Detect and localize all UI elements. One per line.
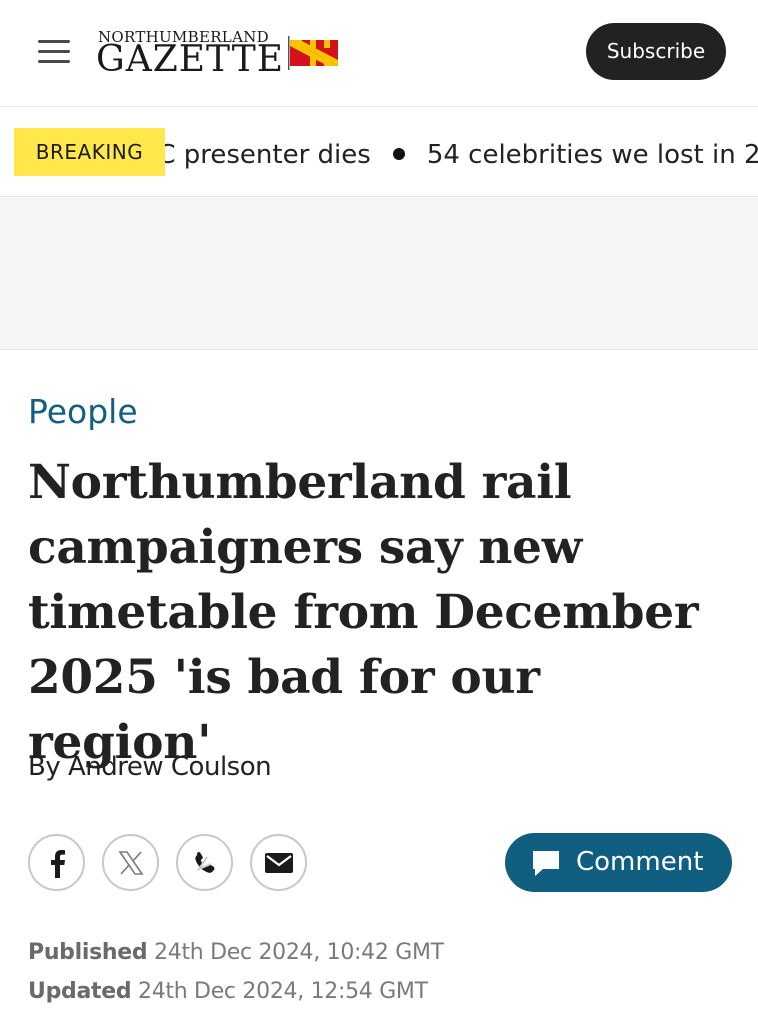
published-label: Published (28, 940, 148, 965)
northumberland-flag-icon (288, 36, 338, 70)
menu-line (38, 60, 70, 63)
site-logo[interactable]: NORTHUMBERLAND GAZETTE (96, 26, 356, 82)
article-headline: Northumberland rail campaigners say new … (28, 455, 699, 770)
breaking-news-bar: BREAKING Beloved BBC presenter dies 54 ce… (0, 107, 758, 197)
site-header: NORTHUMBERLAND GAZETTE Subscribe (0, 0, 758, 107)
byline[interactable]: By Andrew Coulson (28, 752, 272, 782)
comment-label: Comment (576, 847, 704, 877)
facebook-icon (50, 849, 65, 878)
share-email-button[interactable] (250, 834, 307, 891)
ticker-item[interactable]: 54 celebrities we lost in 2024 (427, 135, 758, 175)
x-icon (117, 850, 144, 875)
share-facebook-button[interactable] (28, 834, 85, 891)
email-icon (264, 852, 293, 873)
whatsapp-bubble-tail (196, 855, 211, 871)
updated-date: Updated 24th Dec 2024, 12:54 GMT (28, 979, 428, 1004)
bullet-dot-icon (392, 147, 405, 160)
updated-label: Updated (28, 979, 132, 1004)
ticker-track: Beloved BBC presenter dies 54 celebrities… (165, 135, 758, 175)
speech-bubble-icon (533, 851, 559, 876)
breaking-ticker: Beloved BBC presenter dies 54 celebrities… (165, 135, 758, 175)
category-link[interactable]: People (28, 392, 138, 431)
ad-slot (0, 198, 758, 350)
subscribe-button[interactable]: Subscribe (586, 23, 726, 80)
share-whatsapp-button[interactable] (176, 834, 233, 891)
menu-line (38, 50, 70, 53)
breaking-badge: BREAKING (14, 128, 165, 176)
published-value: 24th Dec 2024, 10:42 GMT (154, 940, 444, 965)
hamburger-menu-icon[interactable] (36, 38, 72, 66)
menu-line (38, 40, 70, 43)
comment-button[interactable]: Comment (505, 833, 732, 892)
updated-value: 24th Dec 2024, 12:54 GMT (138, 979, 428, 1004)
ticker-item[interactable]: Beloved BBC presenter dies (165, 135, 371, 175)
share-x-button[interactable] (102, 834, 159, 891)
logo-line2: GAZETTE (96, 39, 285, 80)
published-date: Published 24th Dec 2024, 10:42 GMT (28, 940, 444, 965)
